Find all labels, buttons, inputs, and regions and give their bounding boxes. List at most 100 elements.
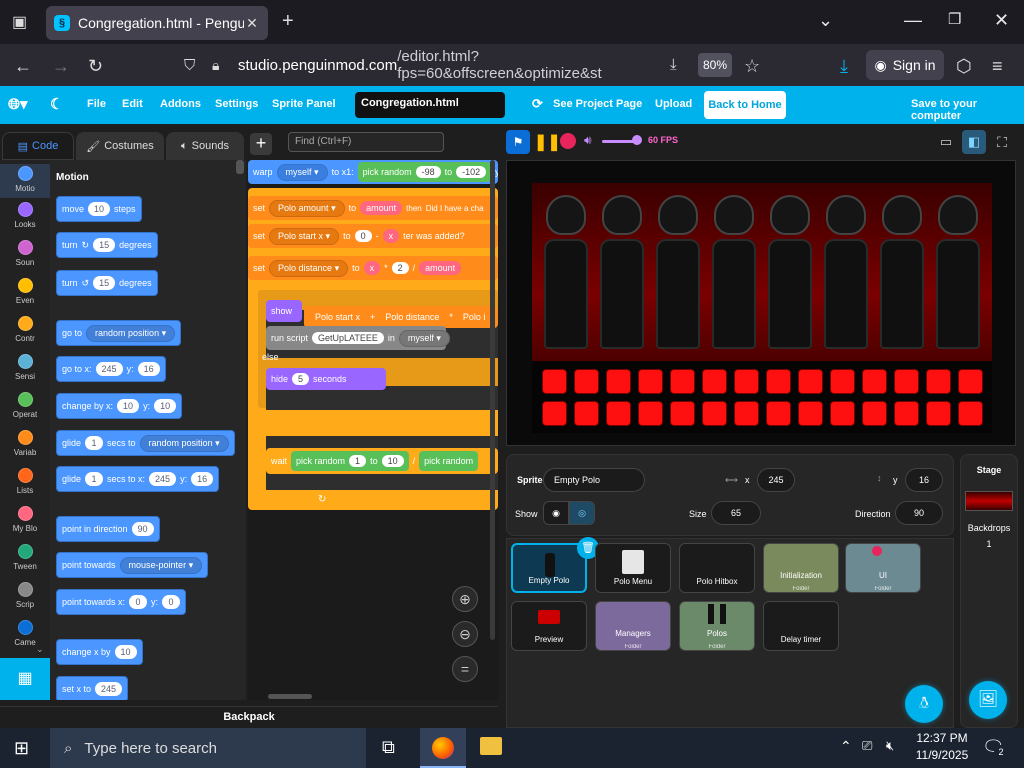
category-sensing[interactable]: Sensi [0,354,50,381]
windows-start-icon[interactable]: ⊞ [14,738,29,759]
small-stage-icon[interactable]: ▭ [934,130,958,154]
restore-icon[interactable]: ❐ [948,10,961,28]
block-dropdown[interactable]: random position ▾ [139,434,229,452]
add-sprite-button[interactable]: 🐧︎ [905,685,943,723]
block-input[interactable]: 245 [95,682,123,696]
extensions-icon[interactable]: ⬡ [956,56,972,77]
taskbar-clock[interactable]: 12:37 PM 11/9/2025 [912,730,972,764]
block-input[interactable]: 10 [114,645,137,659]
block-input[interactable]: 15 [93,238,116,252]
block-input[interactable]: GetUpLATEEE [312,332,384,344]
zoom-out-button[interactable]: ⊖ [452,621,478,647]
horizontal-scrollbar[interactable] [268,694,312,699]
file-explorer-icon[interactable] [480,737,502,755]
category-camera[interactable]: Came [0,620,50,647]
polo-i-reporter[interactable]: Polo i [456,310,492,324]
block-input[interactable]: -102 [456,166,487,178]
sprite-tile-preview[interactable]: Preview [511,601,587,651]
backpack-bar[interactable]: Backpack [0,706,498,728]
tab-costumes[interactable]: 🖌︎ Costumes [76,132,164,160]
change-by-xy-block[interactable]: change by x: 10 y: 10 [56,393,183,419]
sprite-tile-polo-hitbox[interactable]: Polo Hitbox [679,543,755,593]
amount-reporter[interactable]: amount [360,201,403,215]
point-towards-block[interactable]: point towards mouse-pointer ▾ [56,552,209,578]
block-input[interactable]: 0 [129,595,148,609]
menu-sprite-panel[interactable]: Sprite Panel [272,98,336,110]
category-control[interactable]: Contr [0,316,50,343]
new-tab-icon[interactable]: + [282,10,294,33]
position-expression[interactable]: Polo start x + Polo distance * Polo i [304,306,498,328]
turn-ccw-block[interactable]: turn ↺ 15 degrees [56,270,158,296]
zoom-level-badge[interactable]: 80% [698,53,732,77]
vertical-scrollbar[interactable] [490,160,495,640]
amount-reporter[interactable]: amount [419,261,462,275]
show-visible-button[interactable]: ◉ [543,501,569,525]
upload-button[interactable]: Upload [655,98,692,110]
pause-icon[interactable]: ❚❚ [534,132,561,152]
save-to-computer-button[interactable]: Save to your computer [911,98,1024,122]
stage-target-panel[interactable]: Stage Backdrops 1 🖼︎ [960,454,1018,728]
reload-icon[interactable]: ↻ [88,56,103,77]
wait-block[interactable]: wait pick random 1 to 10 / pick random [266,448,498,474]
network-icon[interactable]: ⎚ [862,738,872,754]
point-in-direction-block[interactable]: point in direction 90 [56,516,160,542]
y-input[interactable]: 16 [905,468,943,492]
bookmark-star-icon[interactable]: ☆ [744,56,760,77]
chevron-up-icon[interactable]: ⌃ [840,738,852,755]
run-script-block[interactable]: run script GetUpLATEEE in myself ▾ [266,326,450,350]
move-steps-block[interactable]: move 10 steps [56,196,142,222]
chevron-down-icon[interactable]: ⌄ [818,10,833,31]
pick-random-reporter[interactable]: pick random 1 to 10 [291,451,409,471]
block-input[interactable]: -98 [415,166,441,178]
set-polo-start-x-block[interactable]: set Polo start x ▾ to 0 - x ter was adde… [248,224,498,248]
volume-icon[interactable]: 🔊︎ [584,133,592,148]
block-input[interactable]: 10 [117,399,140,413]
block-dropdown[interactable]: Polo start x ▾ [269,227,340,245]
fullscreen-icon[interactable]: ⛶ [990,130,1014,154]
firefox-taskbar-button[interactable] [420,728,466,768]
block-input[interactable]: 2 [391,262,409,274]
folder-tile-ui[interactable]: UI Folder [845,543,921,593]
polo-distance-reporter[interactable]: Polo distance [379,310,446,324]
browser-tab[interactable]: § Congregation.html - PenguinMod ✕ [46,6,268,40]
back-arrow-icon[interactable]: ← [14,56,32,77]
block-input[interactable]: 16 [191,472,214,486]
block-input[interactable]: 90 [131,522,154,536]
change-x-block[interactable]: change x by 10 [56,639,143,665]
category-events[interactable]: Even [0,278,50,305]
find-input[interactable]: Find (Ctrl+F) [288,132,444,152]
go-to-xy-block[interactable]: go to x: 245 y: 16 [56,356,166,382]
block-dropdown[interactable]: Polo amount ▾ [269,199,345,217]
block-dropdown[interactable]: myself ▾ [276,163,328,181]
see-project-page-button[interactable]: See Project Page [553,98,642,110]
x-reporter[interactable]: x [363,261,381,275]
tab-code[interactable]: ▤ Code [2,132,74,160]
menu-file[interactable]: File [87,98,106,110]
glide-to-block[interactable]: glide 1 secs to random position ▾ [56,430,235,456]
large-stage-icon[interactable]: ◧ [962,130,986,154]
downloads-icon[interactable]: ⤓ [840,56,848,77]
stop-icon[interactable] [560,133,576,149]
menu-addons[interactable]: Addons [160,98,201,110]
menu-settings[interactable]: Settings [215,98,258,110]
block-input[interactable]: 245 [149,472,177,486]
block-input[interactable]: 5 [292,373,310,385]
block-input[interactable]: 1 [85,472,104,486]
category-looks[interactable]: Looks [0,202,50,229]
green-flag-icon[interactable]: ⚑ [506,130,530,154]
menu-edit[interactable]: Edit [122,98,143,110]
go-to-block[interactable]: go to random position ▾ [56,320,182,346]
shield-icon[interactable]: ⛉ [184,57,195,74]
block-dropdown[interactable]: myself ▾ [398,329,450,347]
polo-start-x-reporter[interactable]: Polo start x [309,310,367,324]
volume-muted-icon[interactable]: 🔇︎ [886,738,894,754]
lock-icon[interactable]: 🔒︎ [212,57,219,74]
volume-knob[interactable] [632,135,642,145]
menu-hamburger-icon[interactable]: ≡ [992,56,1003,77]
tab-sounds[interactable]: 🔈︎ Sounds [166,132,244,160]
sprite-name-input[interactable]: Empty Polo [543,468,645,492]
folder-tile-initialization[interactable]: Initialization Folder [763,543,839,593]
warp-block[interactable]: warp myself ▾ to x1: pick random -98 to -10… [248,160,498,184]
block-input[interactable]: 10 [88,202,111,216]
hide-wait-block[interactable]: hide 5 seconds [266,368,386,390]
